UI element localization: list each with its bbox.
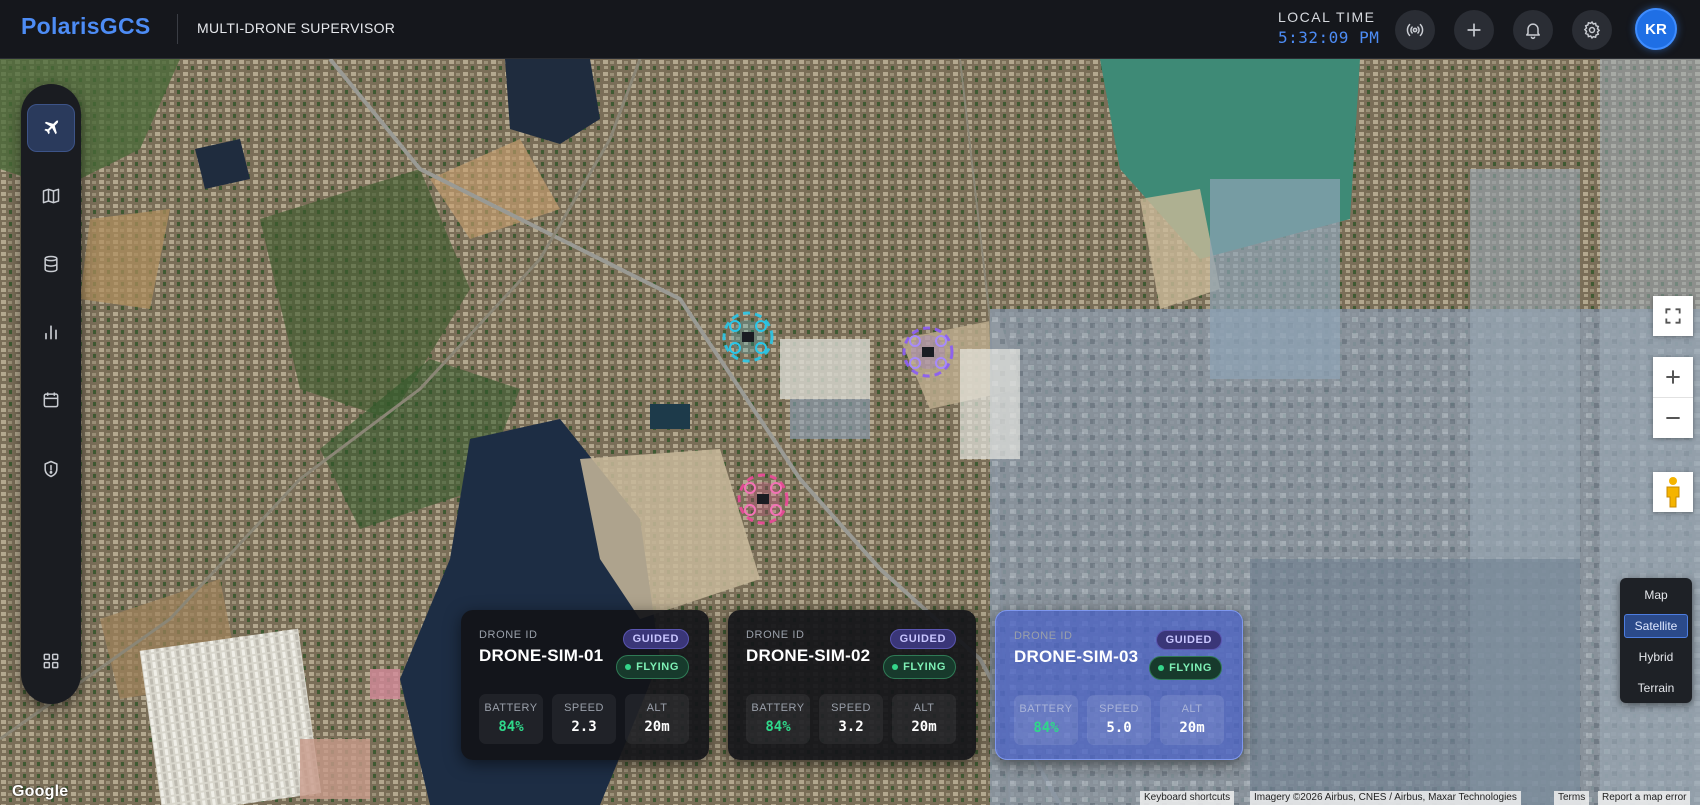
speed-label: SPEED xyxy=(1099,703,1139,715)
altitude-value: 20m xyxy=(644,719,670,735)
pegman-icon xyxy=(1666,477,1680,508)
local-time-value: 5:32:09 PM xyxy=(1278,28,1380,47)
bell-icon xyxy=(1526,23,1540,40)
settings-button[interactable] xyxy=(1572,10,1612,50)
battery-stat: BATTERY 84% xyxy=(1014,695,1078,745)
battery-stat: BATTERY 84% xyxy=(746,694,810,744)
speed-stat: SPEED 5.0 xyxy=(1087,695,1151,745)
calendar-icon xyxy=(43,392,59,408)
broadcast-button[interactable] xyxy=(1395,10,1435,50)
terms-link[interactable]: Terms xyxy=(1554,791,1590,805)
status-dot xyxy=(892,664,899,670)
speed-value: 5.0 xyxy=(1106,720,1132,736)
shield-icon xyxy=(44,460,58,478)
status-dot xyxy=(1158,665,1165,671)
top-bar: PolarisGCS MULTI-DRONE SUPERVISOR LOCAL … xyxy=(0,0,1700,59)
drone-id: DRONE-SIM-03 xyxy=(1014,647,1139,666)
grid-icon xyxy=(43,653,59,669)
imagery-attribution: Imagery ©2026 Airbus, CNES / Airbus, Max… xyxy=(1250,791,1521,805)
drone-id: DRONE-SIM-02 xyxy=(746,646,871,665)
map-type-selector: Map Satellite Hybrid Terrain xyxy=(1620,578,1692,703)
database-icon xyxy=(44,255,58,273)
sidebar-item-data[interactable] xyxy=(27,240,75,288)
zoom-out-button[interactable] xyxy=(1653,398,1693,438)
gear-icon xyxy=(1583,20,1601,40)
battery-value: 84% xyxy=(765,719,791,735)
battery-label: BATTERY xyxy=(1019,703,1073,715)
drone-card-1[interactable]: DRONE ID DRONE-SIM-01 GUIDED FLYING BATT… xyxy=(461,610,709,760)
google-logo[interactable]: Google xyxy=(12,783,68,801)
drone-id-label: DRONE ID xyxy=(479,629,538,641)
airplane-icon xyxy=(44,120,59,135)
sidebar-item-analytics[interactable] xyxy=(27,308,75,356)
status-text: FLYING xyxy=(1169,662,1212,674)
map-type-terrain[interactable]: Terrain xyxy=(1624,676,1688,700)
status-badge: FLYING xyxy=(883,655,956,679)
sidebar-item-security[interactable] xyxy=(27,445,75,493)
notifications-button[interactable] xyxy=(1513,10,1553,50)
drone-id: DRONE-SIM-01 xyxy=(479,646,604,665)
plus-icon xyxy=(1467,23,1481,37)
drone-id-label: DRONE ID xyxy=(1014,630,1073,642)
battery-stat: BATTERY 84% xyxy=(479,694,543,744)
map-type-satellite[interactable]: Satellite xyxy=(1624,614,1688,638)
status-badge: FLYING xyxy=(1149,656,1222,680)
fullscreen-icon xyxy=(1665,308,1681,324)
speed-label: SPEED xyxy=(831,702,871,714)
map-type-map[interactable]: Map xyxy=(1624,583,1688,607)
bar-chart-icon xyxy=(45,325,57,340)
map-type-hybrid[interactable]: Hybrid xyxy=(1624,645,1688,669)
street-view-button[interactable] xyxy=(1653,472,1693,512)
report-map-error-link[interactable]: Report a map error xyxy=(1598,791,1691,805)
sidebar-item-apps[interactable] xyxy=(27,637,75,685)
altitude-stat: ALT 20m xyxy=(892,694,956,744)
drone-card-2[interactable]: DRONE ID DRONE-SIM-02 GUIDED FLYING BATT… xyxy=(728,610,976,760)
altitude-value: 20m xyxy=(1179,720,1205,736)
mode-badge: GUIDED xyxy=(622,629,689,649)
speed-stat: SPEED 3.2 xyxy=(819,694,883,744)
fullscreen-button[interactable] xyxy=(1653,296,1693,336)
altitude-stat: ALT 20m xyxy=(1160,695,1224,745)
broadcast-icon xyxy=(1406,23,1424,37)
mode-badge: GUIDED xyxy=(889,629,956,649)
sidebar xyxy=(21,84,81,704)
zoom-in-button[interactable] xyxy=(1653,357,1693,397)
altitude-value: 20m xyxy=(911,719,937,735)
speed-value: 2.3 xyxy=(571,719,597,735)
mode-badge: GUIDED xyxy=(1155,630,1222,650)
plus-icon xyxy=(1666,370,1680,384)
battery-value: 84% xyxy=(1033,720,1059,736)
status-dot xyxy=(625,664,632,670)
status-badge: FLYING xyxy=(616,655,689,679)
header-divider xyxy=(177,14,178,44)
local-time-label: LOCAL TIME xyxy=(1278,9,1376,25)
sidebar-item-map[interactable] xyxy=(27,172,75,220)
status-text: FLYING xyxy=(903,661,946,673)
status-text: FLYING xyxy=(636,661,679,673)
battery-label: BATTERY xyxy=(751,702,805,714)
user-avatar[interactable]: KR xyxy=(1635,8,1677,50)
map-icon xyxy=(42,188,60,204)
battery-label: BATTERY xyxy=(484,702,538,714)
minus-icon xyxy=(1666,417,1680,419)
altitude-label: ALT xyxy=(646,702,668,714)
drone-id-label: DRONE ID xyxy=(746,629,805,641)
sidebar-item-schedule[interactable] xyxy=(27,376,75,424)
speed-stat: SPEED 2.3 xyxy=(552,694,616,744)
app-subtitle: MULTI-DRONE SUPERVISOR xyxy=(197,20,396,36)
sidebar-item-flights[interactable] xyxy=(27,104,75,152)
altitude-stat: ALT 20m xyxy=(625,694,689,744)
speed-value: 3.2 xyxy=(838,719,864,735)
brand-logo[interactable]: PolarisGCS xyxy=(21,13,151,40)
battery-value: 84% xyxy=(498,719,524,735)
drone-card-3[interactable]: DRONE ID DRONE-SIM-03 GUIDED FLYING BATT… xyxy=(995,610,1243,760)
keyboard-shortcuts-link[interactable]: Keyboard shortcuts xyxy=(1140,791,1235,805)
altitude-label: ALT xyxy=(1181,703,1203,715)
altitude-label: ALT xyxy=(913,702,935,714)
add-button[interactable] xyxy=(1454,10,1494,50)
speed-label: SPEED xyxy=(564,702,604,714)
